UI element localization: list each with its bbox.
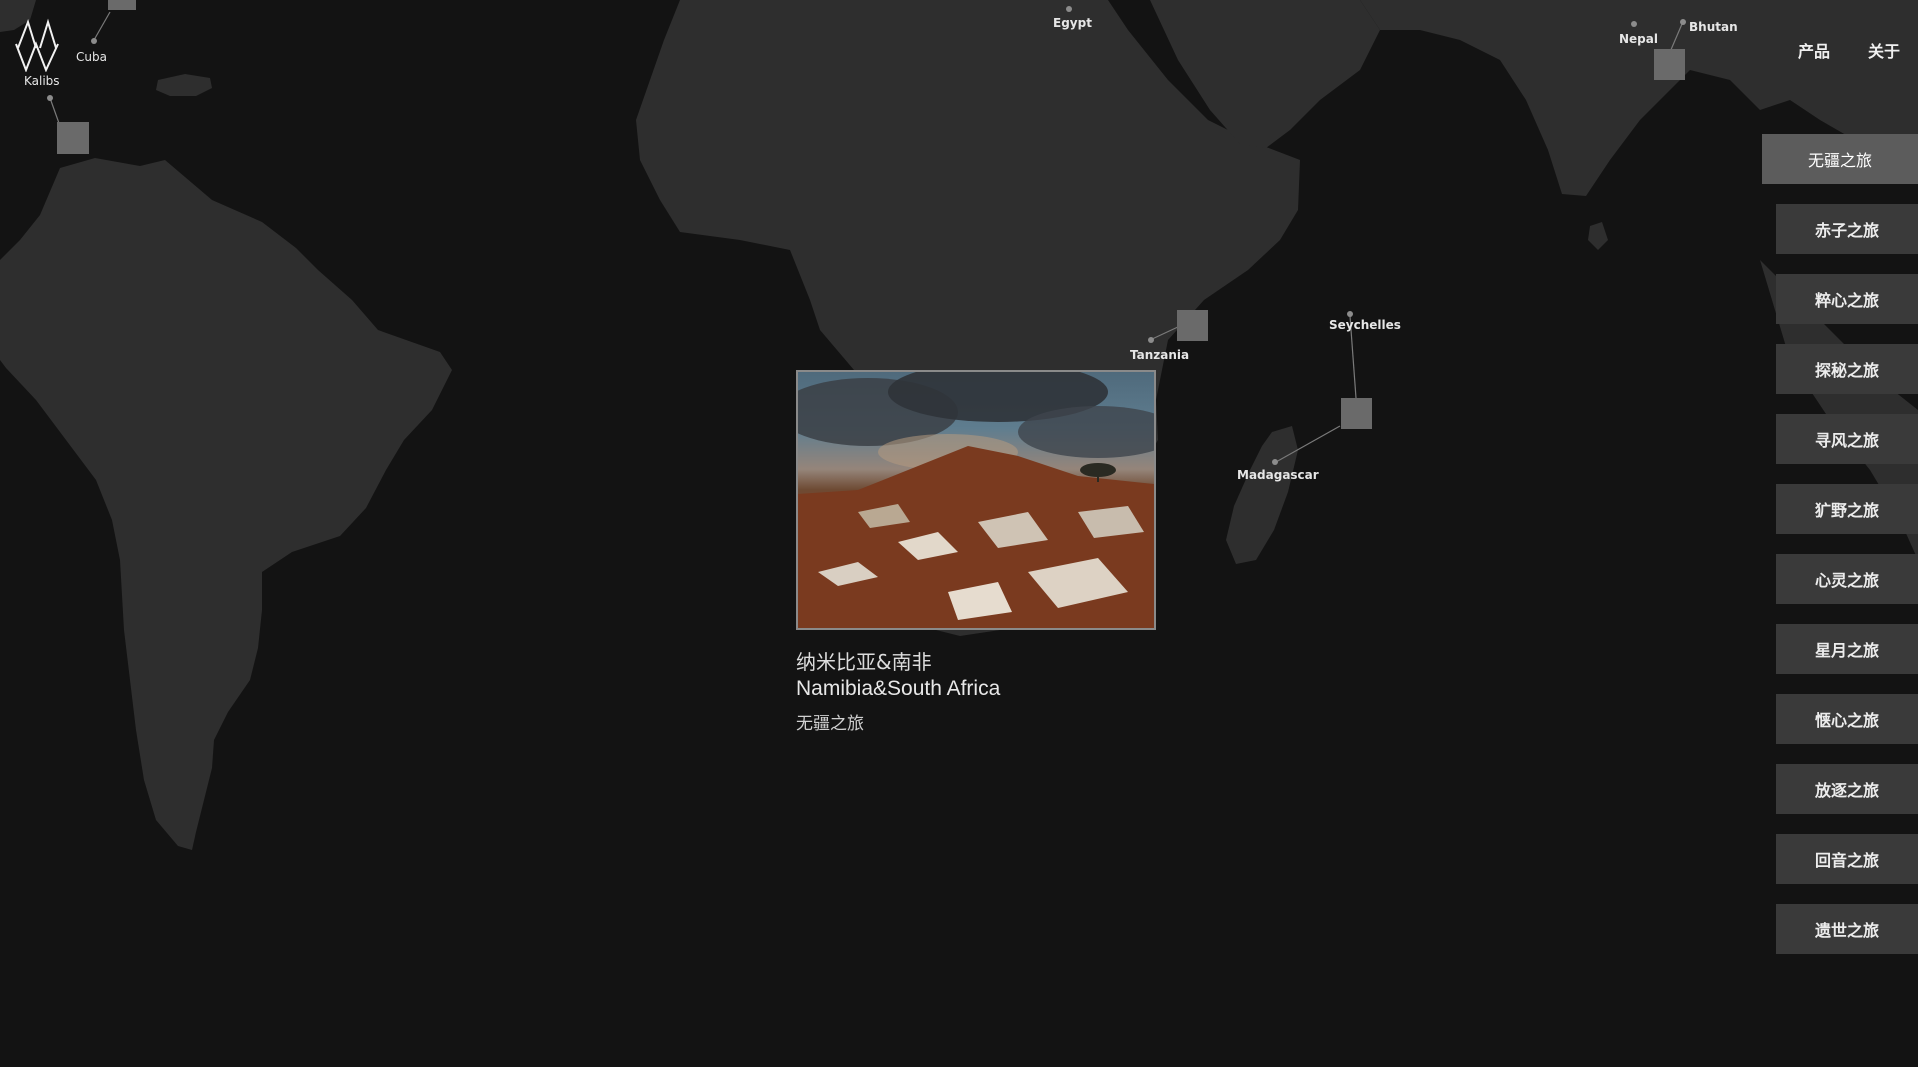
map-label-seychelles[interactable]: Seychelles (1329, 318, 1401, 332)
nav-products[interactable]: 产品 (1798, 38, 1830, 62)
nav-about[interactable]: 关于 (1868, 38, 1900, 62)
map-dot-kalibs (47, 95, 53, 101)
menu-item-xinling[interactable]: 心灵之旅 (1776, 554, 1918, 604)
featured-destination-card: 纳米比亚&南非 Namibia&South Africa 无疆之旅 (796, 370, 1156, 734)
south-america-landmass (0, 158, 452, 850)
madagascar-landmass (1226, 426, 1298, 564)
map-dot-bhutan (1680, 19, 1686, 25)
menu-item-tanmi[interactable]: 探秘之旅 (1776, 344, 1918, 394)
map-label-tanzania[interactable]: Tanzania (1130, 348, 1189, 362)
destination-photo[interactable] (796, 370, 1156, 630)
menu-item-xunfeng[interactable]: 寻风之旅 (1776, 414, 1918, 464)
logo[interactable]: Kalibs (14, 18, 70, 88)
menu-item-yishi[interactable]: 遗世之旅 (1776, 904, 1918, 954)
menu-item-wujiang[interactable]: 无疆之旅 (1762, 134, 1918, 184)
map-marker-tanzania[interactable] (1177, 310, 1208, 341)
map-dot-cuba (91, 38, 97, 44)
landscape-photo-illustration (798, 372, 1154, 628)
menu-item-fangzhu[interactable]: 放逐之旅 (1776, 764, 1918, 814)
brand-name: Kalibs (24, 74, 60, 88)
map-marker-kalibs[interactable] (57, 122, 89, 154)
map-dot-tanzania (1148, 337, 1154, 343)
map-label-egypt[interactable]: Egypt (1053, 16, 1092, 30)
map-marker-seychelles[interactable] (1341, 398, 1372, 429)
top-nav: 产品 关于 (1798, 38, 1900, 62)
destination-category[interactable]: 无疆之旅 (796, 709, 1156, 734)
destination-title-cn: 纳米比亚&南非 (796, 650, 932, 674)
map-marker-top-left[interactable] (108, 0, 136, 10)
menu-item-cuixin[interactable]: 粹心之旅 (1776, 274, 1918, 324)
sri-lanka-landmass (1588, 222, 1608, 250)
destination-title-en: Namibia&South Africa (796, 677, 1001, 700)
kalibs-logo-mark (15, 18, 59, 72)
map-dot-seychelles (1347, 311, 1353, 317)
map-label-nepal[interactable]: Nepal (1619, 32, 1658, 46)
caribbean-island (156, 74, 212, 96)
map-dot-madagascar (1272, 459, 1278, 465)
menu-item-chizi[interactable]: 赤子之旅 (1776, 204, 1918, 254)
map-marker-nepal-bhutan[interactable] (1654, 49, 1685, 80)
menu-item-xingyue[interactable]: 星月之旅 (1776, 624, 1918, 674)
menu-item-qiexin[interactable]: 惬心之旅 (1776, 694, 1918, 744)
menu-item-huiyin[interactable]: 回音之旅 (1776, 834, 1918, 884)
menu-item-guangye[interactable]: 犷野之旅 (1776, 484, 1918, 534)
map-label-madagascar[interactable]: Madagascar (1237, 468, 1319, 482)
map-label-cuba[interactable]: Cuba (76, 50, 107, 64)
map-dot-egypt (1066, 6, 1072, 12)
map-dot-nepal (1631, 21, 1637, 27)
map-label-bhutan[interactable]: Bhutan (1689, 20, 1738, 34)
